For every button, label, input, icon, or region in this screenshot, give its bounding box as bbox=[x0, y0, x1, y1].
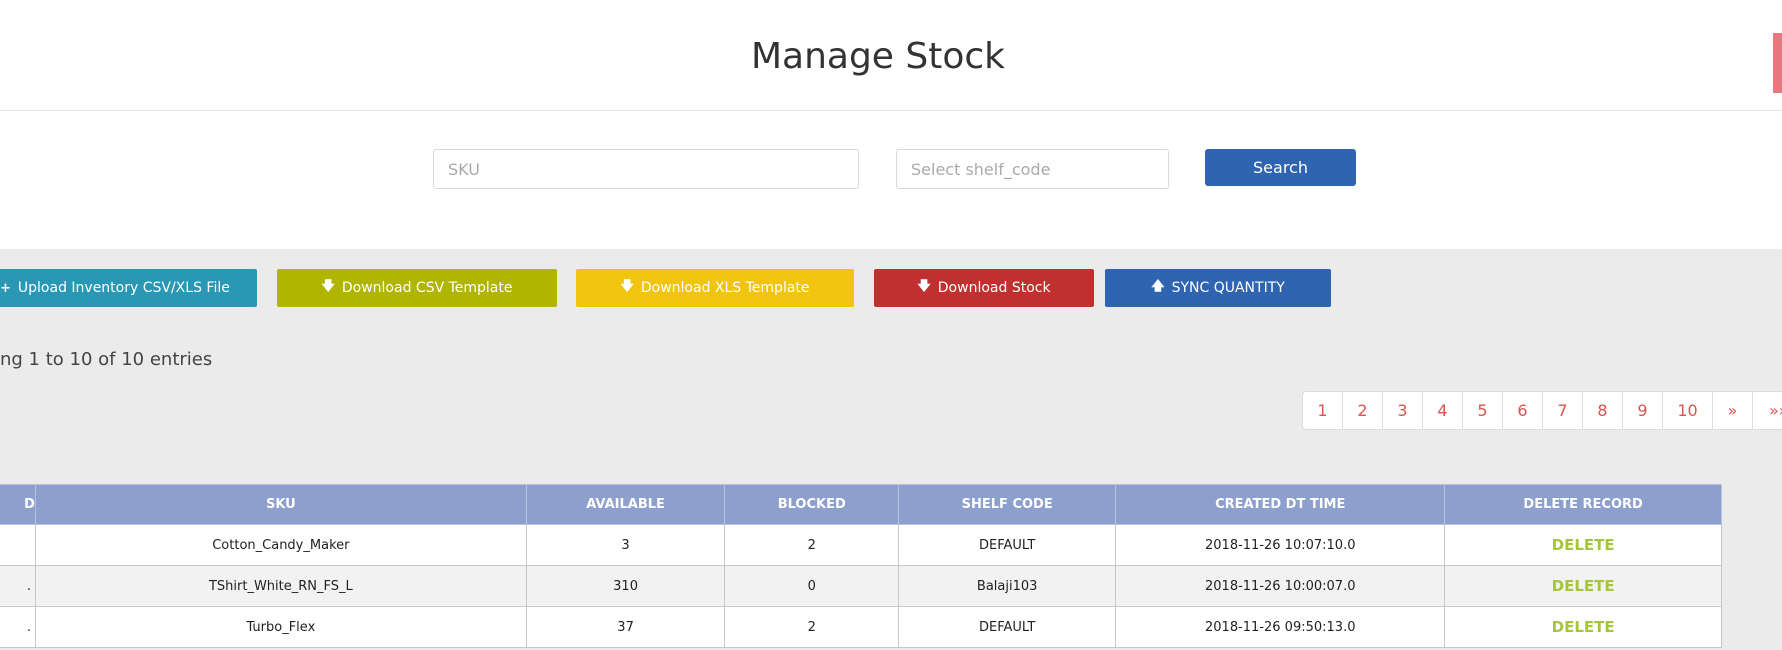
delete-link[interactable]: DELETE bbox=[1444, 565, 1722, 607]
page-link-9[interactable]: 9 bbox=[1623, 392, 1663, 429]
download-stock-label: Download Stock bbox=[937, 280, 1051, 296]
delete-link[interactable]: DELETE bbox=[1444, 524, 1722, 566]
table-header-row: D SKU AVAILABLE BLOCKED SHELF CODE CREAT… bbox=[0, 484, 1722, 525]
cell-shelf-code: DEFAULT bbox=[898, 606, 1117, 648]
table-row: . TShirt_White_RN_FS_L 310 0 Balaji103 2… bbox=[0, 565, 1722, 607]
cell-id: . bbox=[0, 606, 36, 648]
entries-info: ng 1 to 10 of 10 entries bbox=[0, 349, 213, 370]
page-next-link[interactable]: » bbox=[1713, 392, 1753, 429]
sync-quantity-label: SYNC QUANTITY bbox=[1171, 280, 1285, 296]
cell-shelf-code: DEFAULT bbox=[898, 524, 1117, 566]
cell-sku: Turbo_Flex bbox=[34, 606, 527, 648]
arrow-down-icon: 🡇 bbox=[620, 279, 634, 294]
page-link-2[interactable]: 2 bbox=[1343, 392, 1383, 429]
page-link-3[interactable]: 3 bbox=[1383, 392, 1423, 429]
sku-input[interactable] bbox=[433, 149, 859, 189]
page-header: Manage Stock bbox=[0, 0, 1782, 111]
arrow-up-icon: 🡅 bbox=[1151, 279, 1165, 294]
page-link-7[interactable]: 7 bbox=[1543, 392, 1583, 429]
column-header-created[interactable]: CREATED DT TIME bbox=[1115, 484, 1446, 525]
cell-shelf-code: Balaji103 bbox=[898, 565, 1117, 607]
cell-available: 37 bbox=[525, 606, 726, 648]
cell-available: 310 bbox=[525, 565, 726, 607]
page-title: Manage Stock bbox=[750, 36, 1006, 77]
delete-link[interactable]: DELETE bbox=[1444, 606, 1722, 648]
page-link-8[interactable]: 8 bbox=[1583, 392, 1623, 429]
column-header-id[interactable]: D bbox=[0, 484, 36, 525]
cell-sku: Cotton_Candy_Maker bbox=[34, 524, 527, 566]
column-header-sku[interactable]: SKU bbox=[34, 484, 527, 525]
column-header-blocked[interactable]: BLOCKED bbox=[724, 484, 900, 525]
column-header-delete[interactable]: DELETE RECORD bbox=[1444, 484, 1722, 525]
stock-table: D SKU AVAILABLE BLOCKED SHELF CODE CREAT… bbox=[0, 484, 1722, 648]
cell-id bbox=[0, 524, 36, 566]
cell-created: 2018-11-26 10:07:10.0 bbox=[1115, 524, 1446, 566]
column-header-shelf-code[interactable]: SHELF CODE bbox=[898, 484, 1117, 525]
page-link-4[interactable]: 4 bbox=[1423, 392, 1463, 429]
download-csv-template-label: Download CSV Template bbox=[341, 280, 513, 296]
page-link-10[interactable]: 10 bbox=[1663, 392, 1713, 429]
shelf-code-select[interactable] bbox=[896, 149, 1169, 189]
page-link-6[interactable]: 6 bbox=[1503, 392, 1543, 429]
table-row: Cotton_Candy_Maker 3 2 DEFAULT 2018-11-2… bbox=[0, 524, 1722, 566]
stock-content: + Upload Inventory CSV/XLS File 🡇 Downlo… bbox=[0, 249, 1782, 650]
download-xls-template-label: Download XLS Template bbox=[640, 280, 810, 296]
arrow-down-icon: 🡇 bbox=[917, 279, 931, 294]
cell-blocked: 0 bbox=[724, 565, 900, 607]
upload-inventory-label: Upload Inventory CSV/XLS File bbox=[17, 280, 230, 296]
page-link-1[interactable]: 1 bbox=[1303, 392, 1343, 429]
manage-stock-page: Manage Stock Search + Upload Inventory C… bbox=[0, 0, 1782, 650]
search-form: Search bbox=[0, 111, 1782, 249]
column-header-available[interactable]: AVAILABLE bbox=[525, 484, 726, 525]
arrow-down-icon: 🡇 bbox=[321, 279, 335, 294]
page-last-link[interactable]: »» bbox=[1753, 392, 1782, 429]
pagination: 1 2 3 4 5 6 7 8 9 10 » »» bbox=[1302, 391, 1782, 430]
upload-inventory-button[interactable]: + Upload Inventory CSV/XLS File bbox=[0, 269, 257, 307]
page-link-5[interactable]: 5 bbox=[1463, 392, 1503, 429]
cell-sku: TShirt_White_RN_FS_L bbox=[34, 565, 527, 607]
cell-created: 2018-11-26 09:50:13.0 bbox=[1115, 606, 1446, 648]
plus-icon: + bbox=[0, 280, 11, 296]
sync-quantity-button[interactable]: 🡅 SYNC QUANTITY bbox=[1105, 269, 1331, 307]
cell-available: 3 bbox=[525, 524, 726, 566]
cell-id: . bbox=[0, 565, 36, 607]
cell-blocked: 2 bbox=[724, 606, 900, 648]
cell-created: 2018-11-26 10:00:07.0 bbox=[1115, 565, 1446, 607]
search-button[interactable]: Search bbox=[1205, 149, 1356, 186]
download-csv-template-button[interactable]: 🡇 Download CSV Template bbox=[277, 269, 557, 307]
download-xls-template-button[interactable]: 🡇 Download XLS Template bbox=[576, 269, 854, 307]
cell-blocked: 2 bbox=[724, 524, 900, 566]
table-row: . Turbo_Flex 37 2 DEFAULT 2018-11-26 09:… bbox=[0, 606, 1722, 648]
side-tab[interactable] bbox=[1773, 33, 1782, 93]
download-stock-button[interactable]: 🡇 Download Stock bbox=[874, 269, 1094, 307]
